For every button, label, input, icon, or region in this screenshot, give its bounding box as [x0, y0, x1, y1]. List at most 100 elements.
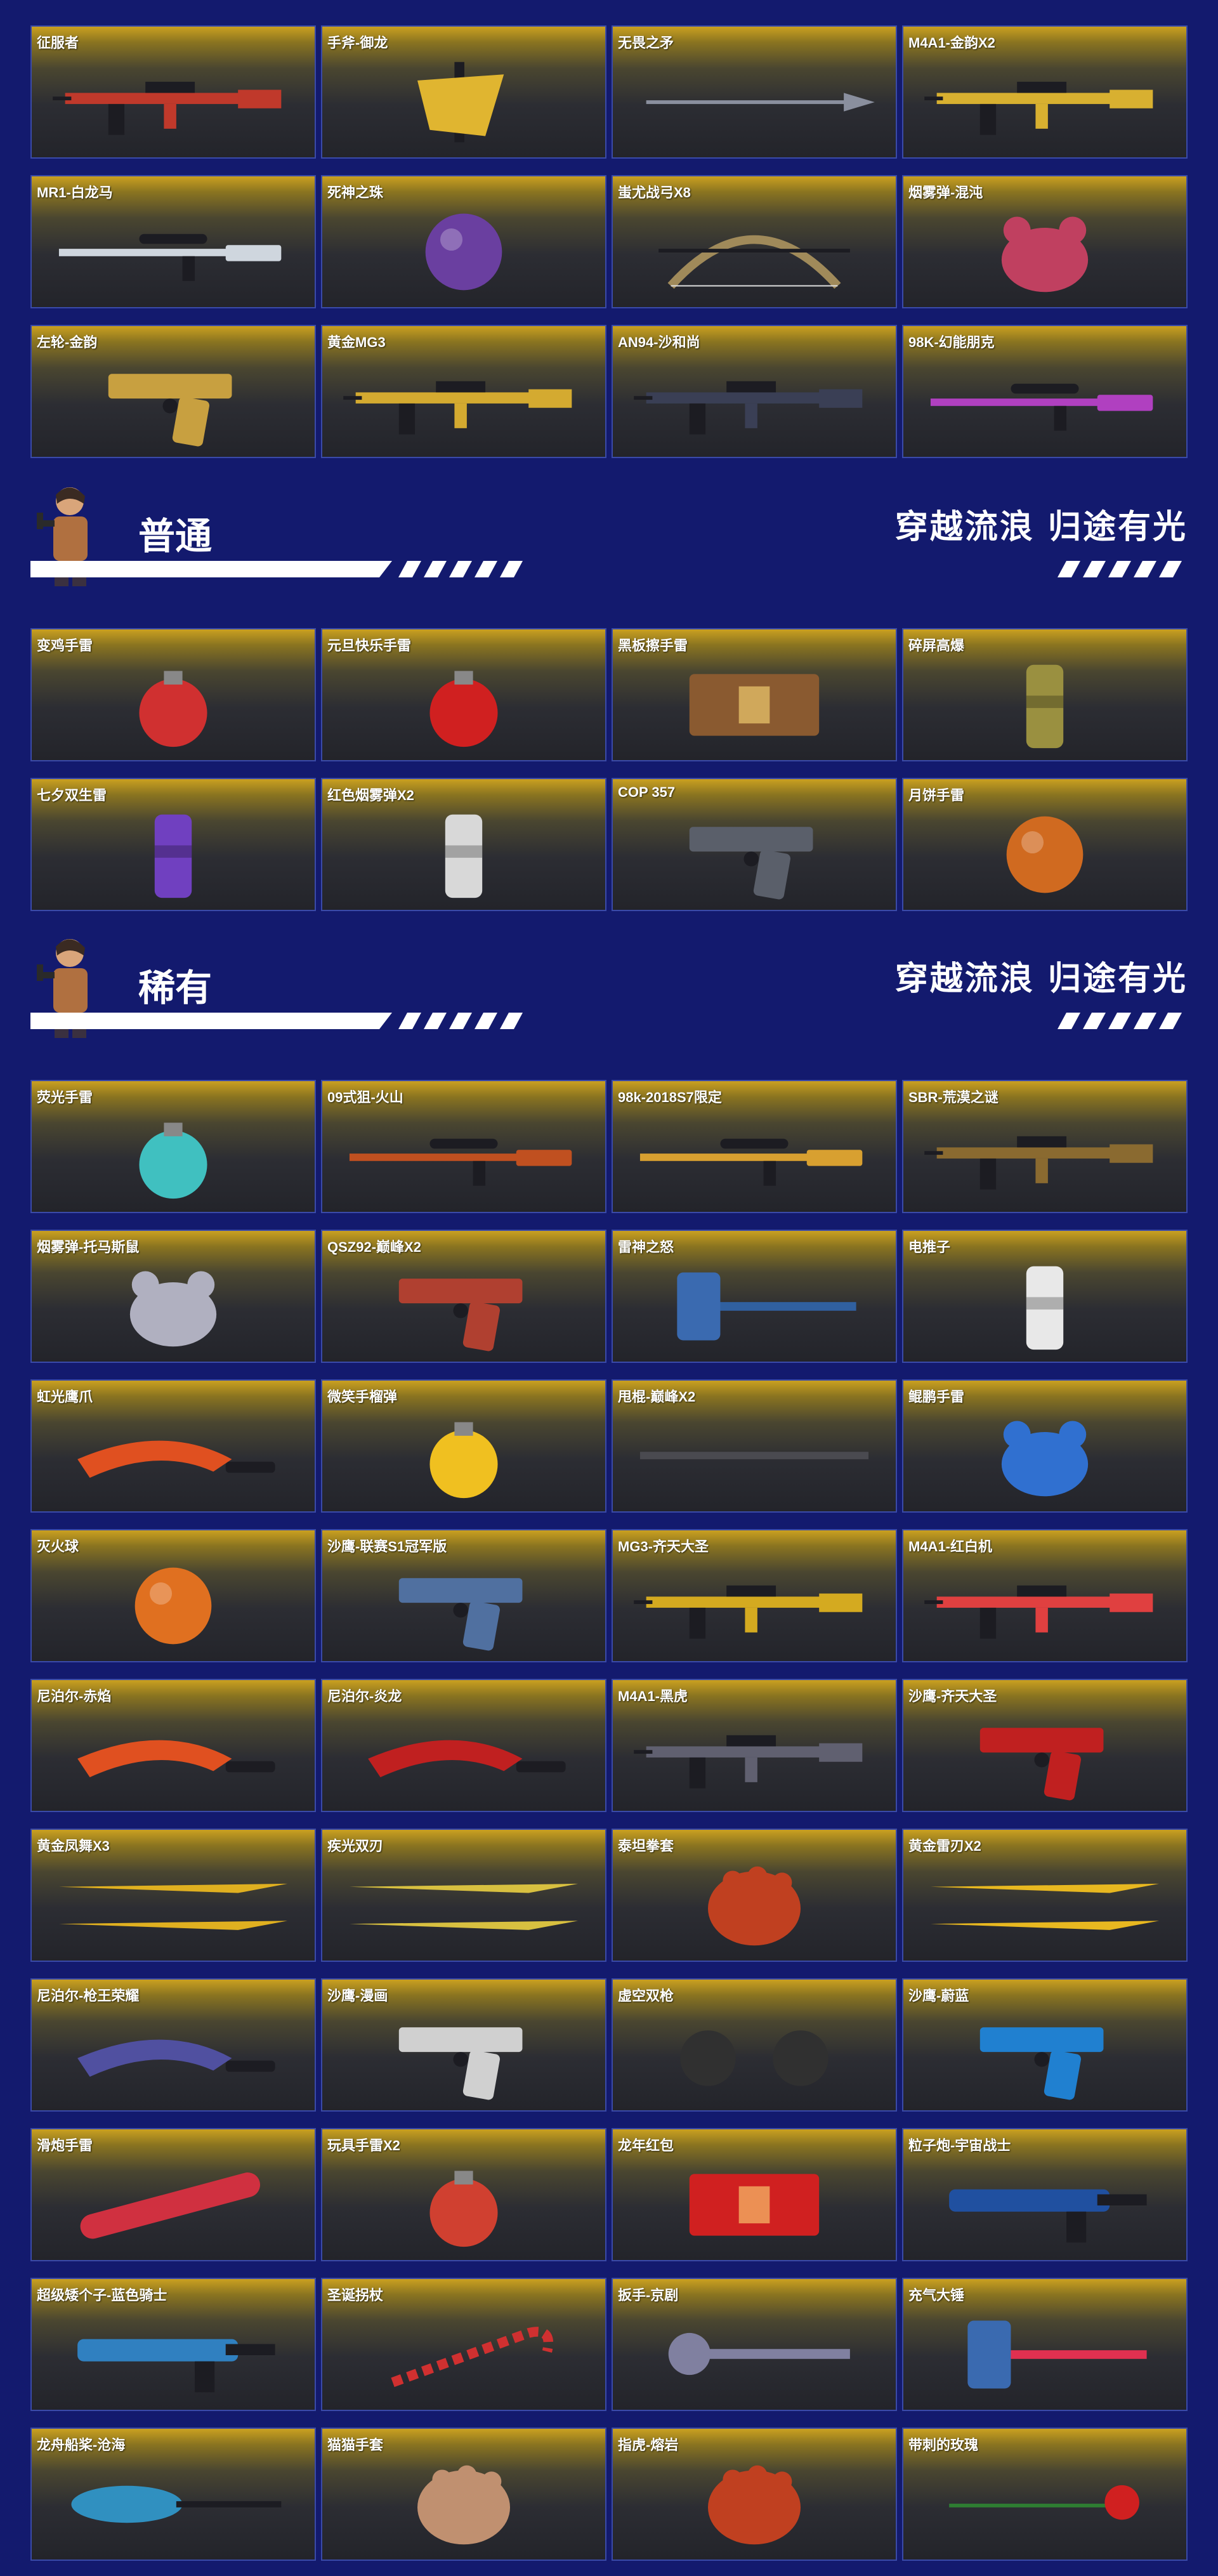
item-card[interactable]: 碎屏高爆: [902, 628, 1188, 761]
item-name: 烟雾弹-混沌: [908, 185, 983, 200]
item-card[interactable]: 灭火球: [30, 1529, 316, 1662]
item-name: 蚩尤战弓X8: [618, 185, 691, 200]
item-name: 手斧-御龙: [327, 35, 388, 51]
item-card[interactable]: 烟雾弹-混沌: [902, 175, 1188, 308]
item-card[interactable]: 虹光鹰爪: [30, 1379, 316, 1513]
item-card[interactable]: SBR-荒漠之谜: [902, 1080, 1188, 1213]
item-card[interactable]: 指虎-熔岩: [612, 2428, 897, 2561]
item-name: 左轮-金韵: [37, 334, 98, 350]
item-card[interactable]: COP 357: [612, 778, 897, 911]
machinegun-icon: [632, 1560, 877, 1652]
gauntlet-icon: [632, 1859, 877, 1952]
item-card[interactable]: 雷神之怒: [612, 1230, 897, 1363]
item-name: 尼泊尔-枪王荣耀: [37, 1988, 140, 2004]
item-card[interactable]: QSZ92-巅峰X2: [321, 1230, 606, 1363]
item-name: 沙鹰-联赛S1冠军版: [327, 1539, 447, 1554]
item-card[interactable]: 黄金雷刃X2: [902, 1829, 1188, 1962]
item-name: 玩具手雷X2: [327, 2138, 400, 2153]
item-card[interactable]: 沙鹰-齐天大圣: [902, 1679, 1188, 1812]
item-card[interactable]: M4A1-红白机: [902, 1529, 1188, 1662]
item-card[interactable]: 玩具手雷X2: [321, 2128, 606, 2261]
rifle-icon: [922, 1560, 1167, 1652]
item-card[interactable]: 黄金凤舞X3: [30, 1829, 316, 1962]
item-card[interactable]: 尼泊尔-炎龙: [321, 1679, 606, 1812]
item-card[interactable]: 七夕双生雷: [30, 778, 316, 911]
item-card[interactable]: MG3-齐天大圣: [612, 1529, 897, 1662]
item-name: 黄金雷刃X2: [908, 1838, 981, 1854]
item-card[interactable]: 沙鹰-联赛S1冠军版: [321, 1529, 606, 1662]
item-card[interactable]: 沙鹰-蔚蓝: [902, 1978, 1188, 2112]
item-name: 荧光手雷: [37, 1089, 93, 1105]
item-card[interactable]: 月饼手雷: [902, 778, 1188, 911]
item-card[interactable]: 荧光手雷: [30, 1080, 316, 1213]
item-card[interactable]: 98K-幻能朋克: [902, 325, 1188, 458]
section-banner: 稀有 穿越流浪 归途有光: [30, 934, 1188, 1045]
rifle-icon: [922, 1110, 1167, 1203]
item-name: 微笑手榴弹: [327, 1389, 398, 1405]
item-grid: 变鸡手雷 元旦快乐手雷 黑板擦手雷 碎屏高爆七夕双生雷 红色烟雾弹X2 COP 357 月饼…: [30, 628, 1188, 911]
item-card[interactable]: 黑板擦手雷: [612, 628, 897, 761]
item-name: 沙鹰-漫画: [327, 1988, 388, 2004]
mooncake-icon: [922, 808, 1167, 901]
item-card[interactable]: 手斧-御龙: [321, 25, 606, 159]
smoke-grenade-icon: [341, 808, 586, 901]
item-card[interactable]: 征服者: [30, 25, 316, 159]
pistol-icon: [922, 2009, 1167, 2101]
item-card[interactable]: 左轮-金韵: [30, 325, 316, 458]
red-envelope-icon: [632, 2159, 877, 2251]
item-name: 扳手-京剧: [618, 2287, 679, 2303]
item-card[interactable]: 无畏之矛: [612, 25, 897, 159]
item-card[interactable]: 带刺的玫瑰: [902, 2428, 1188, 2561]
item-card[interactable]: 黄金MG3: [321, 325, 606, 458]
item-name: 死神之珠: [327, 185, 384, 200]
rifle-icon: [922, 56, 1167, 148]
item-name: 电推子: [908, 1239, 951, 1255]
glove-icon: [632, 2009, 877, 2101]
item-name: 碎屏高爆: [908, 638, 965, 654]
item-card[interactable]: 疾光双刃: [321, 1829, 606, 1962]
item-card[interactable]: 猫猫手套: [321, 2428, 606, 2561]
item-card[interactable]: 虚空双枪: [612, 1978, 897, 2112]
ball-icon: [51, 1560, 296, 1652]
item-card[interactable]: 烟雾弹-托马斯鼠: [30, 1230, 316, 1363]
item-card[interactable]: 圣诞拐杖: [321, 2278, 606, 2411]
item-card[interactable]: 蚩尤战弓X8: [612, 175, 897, 308]
item-card[interactable]: 98k-2018S7限定: [612, 1080, 897, 1213]
item-name: M4A1-黑虎: [618, 1688, 688, 1704]
pistol-icon: [922, 1709, 1167, 1802]
sniper-icon: [922, 355, 1167, 448]
item-card[interactable]: 粒子炮-宇宙战士: [902, 2128, 1188, 2261]
item-name: 充气大锤: [908, 2287, 965, 2303]
double-blade-icon: [922, 1859, 1167, 1952]
pistol-icon: [341, 2009, 586, 2101]
item-card[interactable]: 死神之珠: [321, 175, 606, 308]
item-card[interactable]: 超级矮个子-蓝色骑士: [30, 2278, 316, 2411]
item-card[interactable]: 元旦快乐手雷: [321, 628, 606, 761]
item-card[interactable]: 变鸡手雷: [30, 628, 316, 761]
item-name: 带刺的玫瑰: [908, 2437, 979, 2453]
hammer-icon: [632, 1260, 877, 1353]
bow-icon: [632, 206, 877, 298]
item-card[interactable]: 尼泊尔-赤焰: [30, 1679, 316, 1812]
item-card[interactable]: 龙年红包: [612, 2128, 897, 2261]
item-card[interactable]: 泰坦拳套: [612, 1829, 897, 1962]
item-card[interactable]: M4A1-金韵X2: [902, 25, 1188, 159]
item-card[interactable]: 红色烟雾弹X2: [321, 778, 606, 911]
item-card[interactable]: 尼泊尔-枪王荣耀: [30, 1978, 316, 2112]
item-card[interactable]: 充气大锤: [902, 2278, 1188, 2411]
item-card[interactable]: 09式狙-火山: [321, 1080, 606, 1213]
item-card[interactable]: 扳手-京剧: [612, 2278, 897, 2411]
item-card[interactable]: 龙舟船桨-沧海: [30, 2428, 316, 2561]
item-name: 滑炮手雷: [37, 2138, 93, 2153]
item-card[interactable]: 沙鹰-漫画: [321, 1978, 606, 2112]
item-card[interactable]: 甩棍-巅峰X2: [612, 1379, 897, 1513]
item-card[interactable]: 电推子: [902, 1230, 1188, 1363]
item-card[interactable]: M4A1-黑虎: [612, 1679, 897, 1812]
item-card[interactable]: AN94-沙和尚: [612, 325, 897, 458]
item-grid: 征服者 手斧-御龙 无畏之矛 M4A1-金韵X2 MR1-白龙马 死神之珠 蚩尤战弓X8 烟雾…: [30, 25, 1188, 458]
banner-stripe-left: [30, 557, 532, 581]
item-card[interactable]: 鲲鹏手雷: [902, 1379, 1188, 1513]
item-card[interactable]: MR1-白龙马: [30, 175, 316, 308]
item-card[interactable]: 微笑手榴弹: [321, 1379, 606, 1513]
item-card[interactable]: 滑炮手雷: [30, 2128, 316, 2261]
